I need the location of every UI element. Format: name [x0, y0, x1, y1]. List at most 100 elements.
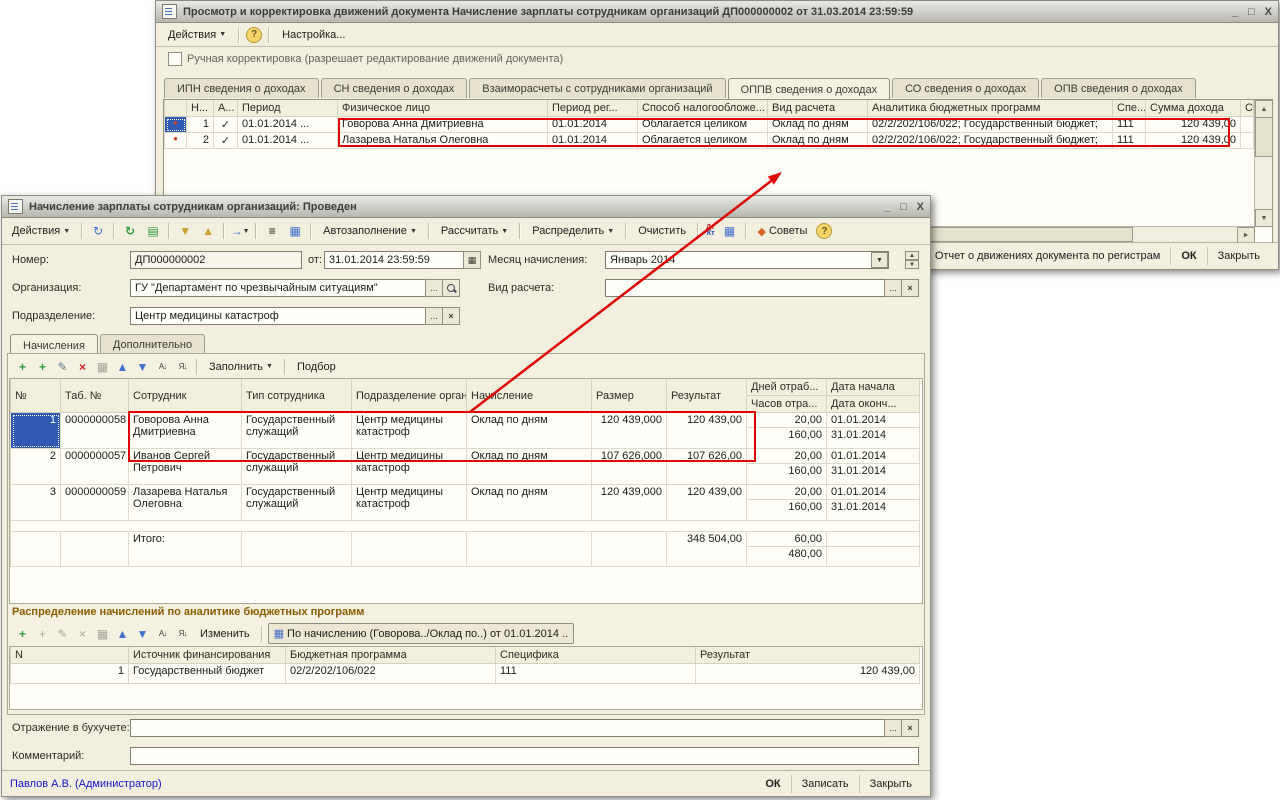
comment-input[interactable] — [130, 747, 919, 765]
register-report-icon[interactable]: ▦ — [720, 222, 740, 240]
fill-button[interactable]: Заполнить▼ — [203, 357, 279, 377]
department-choose-button[interactable]: ... — [425, 307, 443, 325]
organization-open-button[interactable] — [442, 279, 460, 297]
month-spin-down-icon[interactable]: ▼ — [905, 260, 919, 269]
dist-move-up-icon[interactable]: ▲ — [114, 625, 131, 643]
add-row-icon[interactable]: + — [14, 358, 31, 376]
minimize-icon[interactable]: _ — [884, 201, 890, 213]
dtkt-icon[interactable]: ДтКт — [704, 225, 716, 237]
dist-filter-button[interactable]: ▦ По начислению (Говорова../Оклад по..) … — [268, 623, 575, 644]
ok-button[interactable]: ОК — [755, 775, 790, 793]
tab-oppv[interactable]: ОППВ сведения о доходах — [728, 78, 891, 99]
sort-desc-icon[interactable]: Я↓ — [174, 358, 191, 376]
scroll-down-icon[interactable]: ▼ — [1255, 209, 1273, 227]
organization-choose-button[interactable]: ... — [425, 279, 443, 297]
month-spin-up-icon[interactable]: ▲ — [905, 251, 919, 260]
accounting-choose-button[interactable]: ... — [884, 719, 902, 737]
go-to-icon[interactable]: →▼ — [230, 222, 250, 240]
movements-close-button[interactable]: Закрыть — [1207, 247, 1270, 265]
autofill-button[interactable]: Автозаполнение▼ — [317, 221, 423, 241]
maximize-icon[interactable]: □ — [1248, 6, 1255, 18]
vertical-scrollbar[interactable]: ▲ ▼ — [1254, 100, 1272, 227]
movements-ok-button[interactable]: ОК — [1170, 247, 1206, 265]
save-rows-icon[interactable]: ▦ — [94, 358, 111, 376]
dist-save-rows-icon[interactable]: ▦ — [94, 625, 111, 643]
calc-kind-input[interactable] — [605, 279, 885, 297]
tab-vzaimoraschety[interactable]: Взаиморасчеты с сотрудниками организаций — [469, 78, 725, 98]
tab-sn[interactable]: СН сведения о доходах — [321, 78, 468, 98]
accruals-row-1[interactable]: 1 0000000058 Говорова Анна Дмитриевна Го… — [11, 413, 920, 428]
accounting-clear-icon[interactable]: × — [901, 719, 919, 737]
move-up-icon[interactable]: ▲ — [114, 358, 131, 376]
calc-kind-choose-button[interactable]: ... — [884, 279, 902, 297]
minimize-icon[interactable]: _ — [1232, 6, 1238, 18]
number-input[interactable]: ДП000000002 — [130, 251, 302, 269]
accounting-input[interactable] — [130, 719, 885, 737]
movements-settings-menu[interactable]: Настройка... — [276, 27, 351, 43]
calc-kind-clear-icon[interactable]: × — [901, 279, 919, 297]
move-down-icon[interactable]: ▼ — [134, 358, 151, 376]
calendar-icon[interactable]: ▦ — [463, 251, 481, 269]
save-button[interactable]: Записать — [791, 775, 859, 793]
maximize-icon[interactable]: □ — [900, 201, 907, 213]
date-input[interactable]: 31.01.2014 23:59:59 — [324, 251, 464, 269]
dist-move-down-icon[interactable]: ▼ — [134, 625, 151, 643]
accruals-row-2[interactable]: 2 0000000057 Иванов Сергей Петрович Госу… — [11, 449, 920, 464]
active-check-icon[interactable]: ✓ — [214, 117, 238, 133]
department-input[interactable]: Центр медицины катастроф — [130, 307, 426, 325]
dist-delete-row-icon[interactable]: × — [74, 625, 91, 643]
refresh-icon[interactable]: ↻ — [120, 222, 140, 240]
pick-button[interactable]: Подбор — [291, 357, 342, 377]
dist-change-button[interactable]: Изменить — [194, 624, 256, 644]
scroll-up-icon[interactable]: ▲ — [1255, 100, 1273, 118]
movements-titlebar[interactable]: Просмотр и корректировка движений докуме… — [156, 1, 1278, 23]
fill-out-icon[interactable]: ▲ — [198, 222, 218, 240]
structure-icon[interactable]: ≡ — [262, 222, 282, 240]
help-icon[interactable]: ? — [816, 223, 832, 239]
tips-button[interactable]: ◆ Советы — [752, 221, 814, 242]
month-dropdown-icon[interactable]: ▼ — [871, 252, 888, 268]
list-settings-icon[interactable]: ▦ — [285, 222, 305, 240]
department-clear-icon[interactable]: × — [442, 307, 460, 325]
movements-row-2[interactable]: ● 2 ✓ 01.01.2014 ... Лазарева Наталья Ол… — [165, 133, 1254, 149]
dist-edit-row-icon[interactable]: ✎ — [54, 625, 71, 643]
tab-opv[interactable]: ОПВ сведения о доходах — [1041, 78, 1196, 98]
organization-input[interactable]: ГУ "Департамент по чрезвычайным ситуация… — [130, 279, 426, 297]
movements-report-button[interactable]: Отчет о движениях документа по регистрам — [925, 247, 1171, 265]
tab-so[interactable]: СО сведения о доходах — [892, 78, 1039, 98]
calculate-button[interactable]: Рассчитать▼ — [435, 221, 514, 241]
current-user[interactable]: Павлов А.В. (Администратор) — [10, 778, 162, 790]
movements-actions-menu[interactable]: Действия▼ — [162, 27, 232, 43]
reread-icon[interactable]: ↻ — [88, 222, 108, 240]
distribution-row-1[interactable]: 1 Государственный бюджет 02/2/202/106/02… — [11, 664, 920, 684]
dist-sort-asc-icon[interactable]: А↓ — [154, 625, 171, 643]
tab-dopolnitelno[interactable]: Дополнительно — [100, 334, 205, 354]
active-check-icon[interactable]: ✓ — [214, 133, 238, 149]
fill-in-icon[interactable]: ▼ — [175, 222, 195, 240]
dist-copy-row-icon[interactable]: + — [34, 625, 51, 643]
scroll-right-icon[interactable]: ► — [1237, 227, 1255, 243]
edit-row-icon[interactable]: ✎ — [54, 358, 71, 376]
close-icon[interactable]: X — [917, 201, 924, 213]
sort-asc-icon[interactable]: А↓ — [154, 358, 171, 376]
record-mark-icon[interactable]: ● — [165, 133, 187, 149]
dist-add-row-icon[interactable]: + — [14, 625, 31, 643]
movements-row-1[interactable]: ● 1 ✓ 01.01.2014 ... Говорова Анна Дмитр… — [165, 117, 1254, 133]
delete-row-icon[interactable]: × — [74, 358, 91, 376]
help-icon[interactable]: ? — [246, 27, 262, 43]
copy-row-icon[interactable]: + — [34, 358, 51, 376]
tab-ipn[interactable]: ИПН сведения о доходах — [164, 78, 319, 98]
tab-nachisleniya[interactable]: Начисления — [10, 334, 98, 355]
clear-button[interactable]: Очистить — [632, 221, 692, 241]
document-titlebar[interactable]: Начисление зарплаты сотрудникам организа… — [2, 196, 930, 218]
accruals-row-3[interactable]: 3 0000000059 Лазарева Наталья Олеговна Г… — [11, 485, 920, 500]
record-mark-icon[interactable]: ● — [165, 117, 187, 133]
scroll-thumb[interactable] — [1255, 117, 1273, 157]
distribute-button[interactable]: Распределить▼ — [526, 221, 620, 241]
document-actions-menu[interactable]: Действия▼ — [6, 221, 76, 241]
close-button[interactable]: Закрыть — [859, 775, 922, 793]
manual-correction-checkbox[interactable] — [168, 52, 182, 66]
copy-document-icon[interactable]: ▤ — [143, 222, 163, 240]
close-icon[interactable]: X — [1265, 6, 1272, 18]
dist-sort-desc-icon[interactable]: Я↓ — [174, 625, 191, 643]
